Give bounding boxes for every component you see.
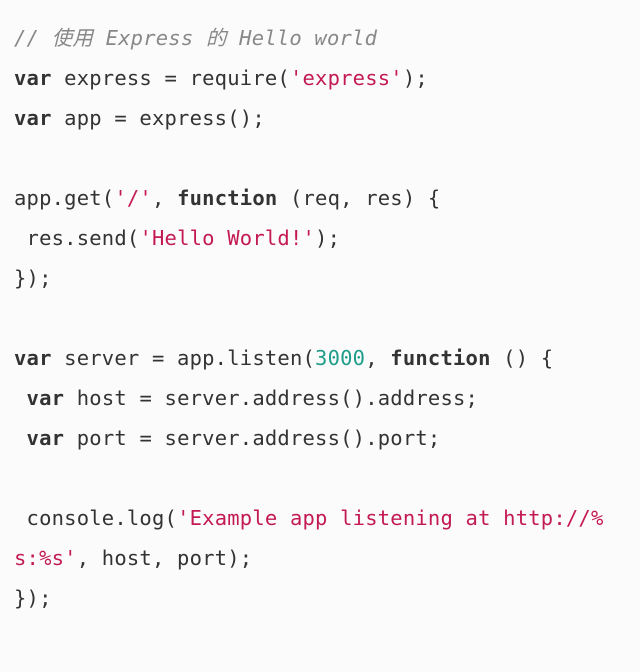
code-token-kw: function	[177, 186, 277, 210]
code-snippet: // 使用 Express 的 Hello world var express …	[0, 0, 640, 636]
code-token-nu: 3000	[315, 346, 365, 370]
code-token-kw: var	[14, 66, 52, 90]
code-token-st: 'Hello World!'	[139, 226, 315, 250]
code-token-kw: var	[27, 426, 65, 450]
code-token-kw: var	[14, 346, 52, 370]
code-token-st: 'Example app listening at http://%s:%s'	[14, 506, 604, 570]
code-token-kw: function	[390, 346, 490, 370]
code-token-kw: var	[27, 386, 65, 410]
code-token-st: 'express'	[290, 66, 403, 90]
code-token-cm: // 使用 Express 的 Hello world	[14, 26, 377, 50]
code-token-kw: var	[14, 106, 52, 130]
code-token-st: '/'	[114, 186, 152, 210]
